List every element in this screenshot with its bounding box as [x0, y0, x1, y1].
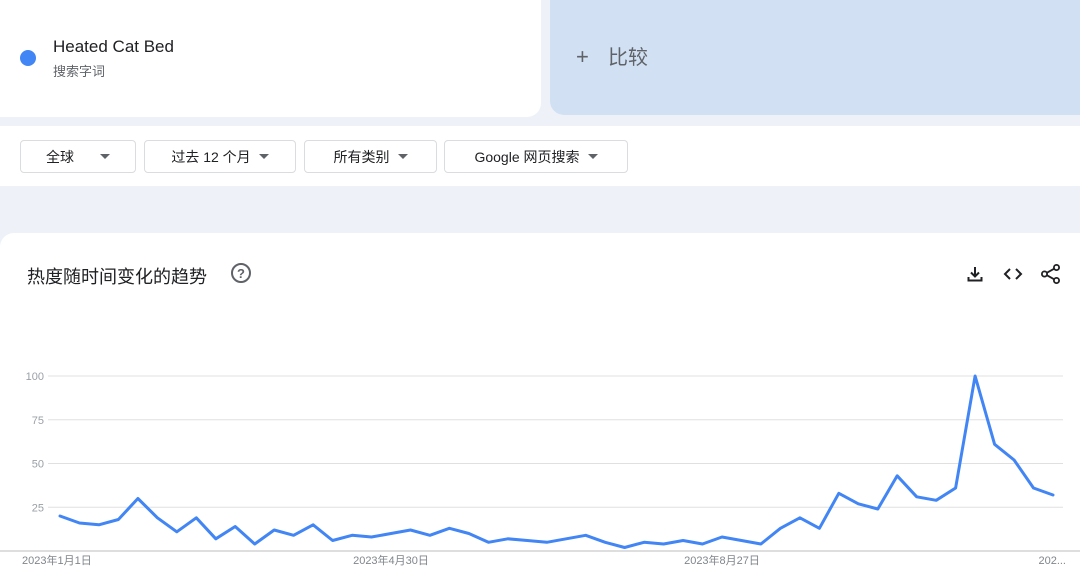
data-point[interactable] [718, 533, 726, 541]
x-tick-label: 2023年4月30日 [353, 553, 429, 567]
chevron-down-icon [258, 154, 269, 159]
data-point[interactable] [1010, 456, 1018, 464]
interest-over-time-card: 热度随时间变化的趋势 ? 25 50 75 100 2023年1月1日 2023年4月3… [0, 233, 1080, 583]
data-point[interactable] [212, 535, 220, 543]
data-point[interactable] [114, 516, 122, 524]
data-point[interactable] [679, 537, 687, 545]
data-point[interactable] [270, 526, 278, 534]
data-point[interactable] [309, 521, 317, 529]
data-point[interactable] [699, 540, 707, 548]
data-point[interactable] [406, 526, 414, 534]
data-point[interactable] [796, 514, 804, 522]
data-point[interactable] [621, 544, 629, 552]
compare-card[interactable]: + 比较 [550, 0, 1080, 115]
data-point[interactable] [601, 538, 609, 546]
category-filter[interactable]: 所有类别 [304, 140, 437, 173]
data-point[interactable] [504, 535, 512, 543]
data-point[interactable] [893, 472, 901, 480]
series-line [58, 374, 1055, 549]
time-range-filter[interactable]: 过去 12 个月 [144, 140, 296, 173]
search-term-card[interactable]: Heated Cat Bed 搜索字词 [0, 0, 541, 117]
chevron-down-icon [397, 154, 408, 159]
x-tick-label: 2023年1月1日 [22, 553, 92, 567]
data-point[interactable] [932, 496, 940, 504]
data-point[interactable] [75, 519, 83, 527]
term-color-dot [20, 50, 36, 66]
data-point[interactable] [815, 524, 823, 532]
filter-bar: 全球 过去 12 个月 所有类别 Google 网页搜索 [0, 126, 1080, 186]
data-point[interactable] [192, 514, 200, 522]
time-range-filter-label: 过去 12 个月 [171, 148, 251, 165]
data-point[interactable] [971, 372, 979, 380]
data-point[interactable] [543, 538, 551, 546]
data-point[interactable] [523, 537, 531, 545]
data-point[interactable] [660, 540, 668, 548]
data-point[interactable] [153, 514, 161, 522]
x-tick-label: 2023年8月27日 [684, 553, 760, 567]
data-point[interactable] [562, 535, 570, 543]
search-type-filter-label: Google 网页搜索 [474, 148, 580, 165]
data-point[interactable] [913, 493, 921, 501]
y-tick-label: 25 [32, 502, 44, 514]
data-point[interactable] [387, 530, 395, 538]
data-point[interactable] [952, 484, 960, 492]
data-point[interactable] [854, 500, 862, 508]
data-point[interactable] [1030, 484, 1038, 492]
data-point[interactable] [1049, 491, 1057, 499]
data-point[interactable] [251, 540, 259, 548]
data-point[interactable] [368, 533, 376, 541]
search-type-filter[interactable]: Google 网页搜索 [444, 140, 628, 173]
plus-icon: + [576, 44, 589, 69]
data-point[interactable] [95, 521, 103, 529]
data-point[interactable] [484, 538, 492, 546]
chevron-down-icon [587, 154, 598, 159]
data-point[interactable] [173, 528, 181, 536]
trend-line-chart[interactable]: 25 50 75 100 2023年1月1日 2023年4月30日 2023年8月27日 2… [0, 233, 1080, 583]
y-tick-label: 75 [32, 415, 44, 427]
data-point[interactable] [776, 524, 784, 532]
data-point[interactable] [874, 505, 882, 513]
data-point[interactable] [445, 524, 453, 532]
chevron-down-icon [100, 154, 110, 159]
data-point[interactable] [991, 440, 999, 448]
search-term-name[interactable]: Heated Cat Bed [53, 37, 174, 57]
data-point[interactable] [426, 531, 434, 539]
data-point[interactable] [465, 530, 473, 538]
data-point[interactable] [640, 538, 648, 546]
data-point[interactable] [348, 531, 356, 539]
y-tick-label: 100 [26, 371, 44, 383]
y-tick-label: 50 [32, 459, 44, 471]
search-term-type: 搜索字词 [53, 64, 106, 79]
region-filter[interactable]: 全球 [20, 140, 136, 173]
data-point[interactable] [835, 489, 843, 497]
category-filter-label: 所有类别 [333, 148, 390, 165]
data-point[interactable] [329, 537, 337, 545]
data-point[interactable] [582, 531, 590, 539]
compare-label: 比较 [608, 47, 648, 69]
data-point[interactable] [231, 523, 239, 531]
data-point[interactable] [757, 540, 765, 548]
data-point[interactable] [290, 531, 298, 539]
data-point[interactable] [56, 512, 64, 520]
region-filter-label: 全球 [46, 148, 74, 165]
data-point[interactable] [134, 495, 142, 503]
data-point[interactable] [737, 537, 745, 545]
x-tick-label: 202... [1038, 555, 1066, 567]
